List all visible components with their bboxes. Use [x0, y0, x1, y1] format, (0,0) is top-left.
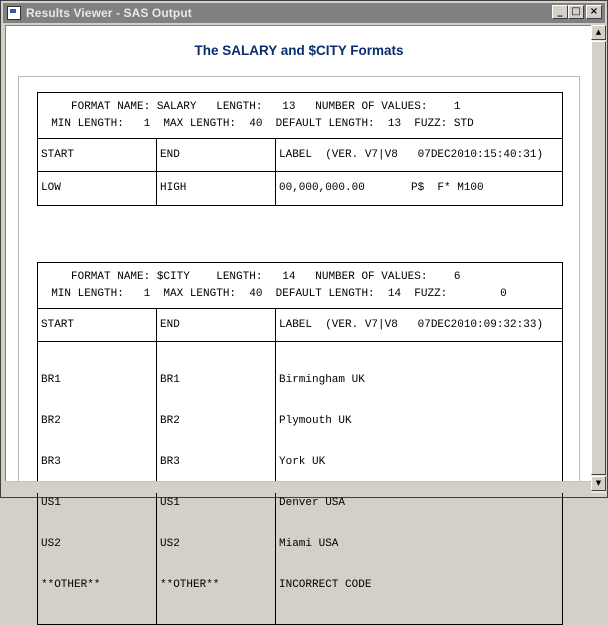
window-title: Results Viewer - SAS Output [26, 6, 192, 20]
table-row: LOW HIGH 00,000,000.00 P$ F* M100 [38, 172, 562, 205]
minimize-button[interactable]: _ [552, 5, 568, 19]
cell-start: BR3 [41, 456, 61, 468]
cell-label: 00,000,000.00 P$ F* M100 [279, 182, 484, 194]
cell-start: LOW [38, 172, 157, 205]
format-table-salary: FORMAT NAME: SALARY LENGTH: 13 NUMBER OF… [37, 92, 563, 206]
window-controls: _ □ × [552, 5, 602, 19]
cell-end: BR3 [160, 456, 180, 468]
cell-start: US2 [41, 538, 61, 550]
col-end-header: END [157, 139, 276, 171]
sas-app-icon [7, 6, 21, 20]
format-header: FORMAT NAME: SALARY LENGTH: 13 NUMBER OF… [38, 93, 562, 139]
format-header-line: MIN LENGTH: 1 MAX LENGTH: 40 DEFAULT LEN… [38, 288, 507, 300]
report-title: The SALARY and $CITY Formats [194, 43, 404, 58]
col-end-header: END [157, 309, 276, 341]
cell-start: BR1 [41, 374, 61, 386]
column-header-row: START END LABEL (VER. V7|V8 07DEC2010:09… [38, 309, 562, 342]
scroll-down-arrow-icon[interactable]: ▼ [591, 476, 606, 491]
format-header: FORMAT NAME: $CITY LENGTH: 14 NUMBER OF … [38, 263, 562, 309]
cell-label: York UK [279, 456, 326, 468]
col-start-header: START [38, 139, 157, 171]
format-header-line: FORMAT NAME: $CITY LENGTH: 14 NUMBER OF … [38, 271, 461, 283]
format-header-line: FORMAT NAME: SALARY LENGTH: 13 NUMBER OF… [38, 101, 461, 113]
maximize-button[interactable]: □ [568, 5, 584, 19]
cell-end: HIGH [157, 172, 276, 205]
title-bar[interactable]: Results Viewer - SAS Output _ □ × [3, 3, 605, 23]
format-header-line: MIN LENGTH: 1 MAX LENGTH: 40 DEFAULT LEN… [38, 118, 474, 130]
cell-end: **OTHER** [160, 579, 220, 591]
col-start-header: START [38, 309, 157, 341]
cell-end: BR2 [160, 415, 180, 427]
cell-label: Birmingham UK [279, 374, 365, 386]
scrollbar-thumb[interactable] [591, 41, 606, 475]
output-pane: The SALARY and $CITY Formats FORMAT NAME… [5, 25, 591, 625]
format-table-city: FORMAT NAME: $CITY LENGTH: 14 NUMBER OF … [37, 262, 563, 625]
results-viewer-window: Results Viewer - SAS Output _ □ × The SA… [0, 0, 608, 625]
horizontal-scrollbar[interactable] [5, 481, 591, 493]
col-label-header: LABEL (VER. V7|V8 07DEC2010:09:32:33) [279, 319, 544, 331]
cell-label: Miami USA [279, 538, 339, 550]
cell-end: US2 [160, 538, 180, 550]
scroll-up-arrow-icon[interactable]: ▲ [591, 25, 606, 40]
vertical-scrollbar[interactable]: ▲ ▼ [591, 25, 606, 493]
cell-label: INCORRECT CODE [279, 579, 372, 591]
column-header-row: START END LABEL (VER. V7|V8 07DEC2010:15… [38, 139, 562, 172]
cell-start: BR2 [41, 415, 61, 427]
col-label-header: LABEL (VER. V7|V8 07DEC2010:15:40:31) [279, 149, 544, 161]
cell-end: BR1 [160, 374, 180, 386]
close-button[interactable]: × [586, 5, 602, 19]
cell-start: **OTHER** [41, 579, 101, 591]
cell-label: Plymouth UK [279, 415, 352, 427]
